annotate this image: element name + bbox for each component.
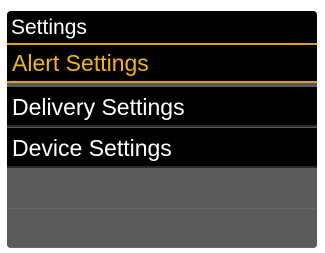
menu-item-delivery-settings[interactable]: Delivery Settings xyxy=(7,87,317,127)
empty-row xyxy=(7,209,317,248)
menu-item-alert-settings[interactable]: Alert Settings xyxy=(7,43,317,83)
device-screen: Settings Alert Settings Delivery Setting… xyxy=(7,11,317,248)
empty-menu-area xyxy=(7,170,317,248)
empty-row xyxy=(7,170,317,209)
page-title: Settings xyxy=(7,11,317,44)
menu-item-device-settings[interactable]: Device Settings xyxy=(7,128,317,168)
